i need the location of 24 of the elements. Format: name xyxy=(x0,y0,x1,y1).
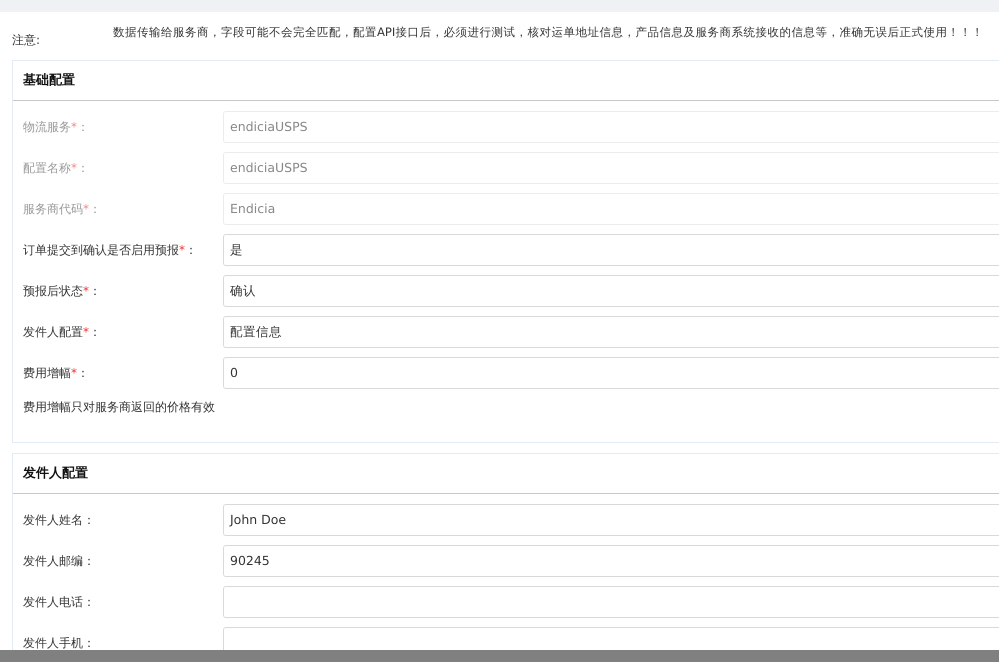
input-field[interactable]: John Doe xyxy=(223,504,999,536)
section-title: 发件人配置 xyxy=(13,454,999,494)
input-field[interactable]: 0 xyxy=(223,357,999,389)
field-label: 发件人电话： xyxy=(23,594,96,610)
notice-text: 数据传输给服务商，字段可能不会完全匹配，配置API接口后，必须进行测试，核对运单地址信息，产品信息及服务商系统接收的信息等，准确无误后正式使用！！！ xyxy=(113,24,984,40)
field-label: 配置名称*： xyxy=(23,160,90,176)
field-label: 发件人邮编： xyxy=(23,552,96,570)
field-label: 服务商代码*： xyxy=(23,200,102,218)
field-label: 预报后状态*： xyxy=(23,282,102,300)
hint-text: 费用增幅只对服务商返回的价格有效 xyxy=(23,399,216,416)
input-field[interactable]: 90245 xyxy=(223,545,999,577)
section-title: 基础配置 xyxy=(13,61,999,101)
input-field[interactable] xyxy=(223,586,999,618)
input-field[interactable]: 确认 xyxy=(223,275,999,307)
input-field[interactable]: 是 xyxy=(223,234,999,266)
field-label: 费用增幅*： xyxy=(23,364,90,382)
input-field[interactable] xyxy=(223,627,999,650)
field-label: 发件人配置*： xyxy=(23,324,102,340)
field-label: 发件人姓名： xyxy=(23,512,96,528)
notice-label: 注意: xyxy=(12,32,42,48)
field-label: 发件人手机： xyxy=(23,634,96,650)
input-field[interactable]: 配置信息 xyxy=(223,316,999,348)
field-label: 物流服务*： xyxy=(23,118,90,136)
field-label: 订单提交到确认是否启用预报*： xyxy=(23,242,198,258)
